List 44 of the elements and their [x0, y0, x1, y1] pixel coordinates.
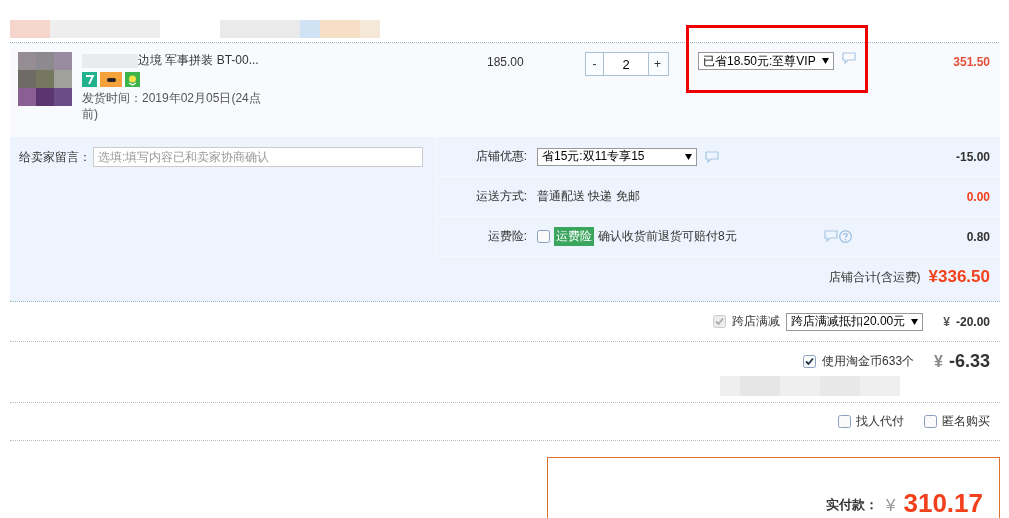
chat-icon[interactable]	[841, 52, 856, 64]
option-label: 运送方式:	[474, 188, 528, 205]
caret-icon	[685, 153, 692, 160]
caret-icon	[821, 58, 829, 64]
message-label: 给卖家留言：	[19, 148, 91, 166]
message-field[interactable]: 选填:填写内容已和卖家协商确认	[93, 147, 423, 167]
checkbox[interactable]	[803, 355, 817, 368]
seven-day-icon	[82, 72, 97, 87]
insurance-tag: 运费险	[554, 227, 594, 246]
option-amount: 0.00	[965, 189, 991, 204]
discount-amount: -20.00	[955, 314, 990, 329]
promotion-dropdown[interactable]: 已省18.50元:至尊VIP	[698, 52, 834, 70]
badge-icon	[125, 72, 140, 87]
shop-total-label: 店铺合计(含运费)	[828, 268, 921, 286]
chat-icon[interactable]	[824, 230, 838, 242]
option-label: 店铺优惠:	[474, 148, 528, 165]
caret-icon	[911, 318, 919, 325]
chat-icon[interactable]	[705, 150, 719, 163]
card-icon	[100, 72, 122, 87]
option-label[interactable]: 找人代付	[856, 413, 904, 430]
payment-amount: 310.17	[903, 488, 983, 518]
discount-label[interactable]: 使用淘金币633个	[822, 353, 915, 370]
option-amount: -15.00	[954, 149, 991, 164]
discount-amount: -6.33	[948, 351, 990, 372]
option-label[interactable]: 匿名购买	[942, 413, 990, 430]
shop-total: ¥336.50	[928, 267, 990, 287]
unit-price: 185.00	[486, 54, 525, 71]
checkbox[interactable]	[537, 230, 550, 243]
currency-sign: ¥	[886, 496, 896, 516]
option-label: 运费险:	[486, 228, 528, 245]
option-amount: 0.80	[965, 229, 991, 244]
currency-sign: ¥	[943, 314, 950, 329]
coupon-dropdown[interactable]: 省15元:双11专享15	[537, 147, 697, 166]
currency-sign: ¥	[934, 352, 943, 371]
help-icon[interactable]	[839, 230, 852, 243]
insurance-text: 确认收货前退货可赔付8元	[598, 228, 737, 245]
checkbox[interactable]	[838, 415, 851, 428]
checkbox[interactable]	[924, 415, 937, 428]
product-title[interactable]: 边境 军事拼装 BT-00...	[138, 52, 259, 69]
quantity-field[interactable]: 2	[604, 53, 648, 75]
item-subtotal: 351.50	[952, 54, 991, 71]
shipping-method: 普通配送 快递 免邮	[537, 188, 640, 205]
payment-label: 实付款：	[826, 496, 878, 514]
ship-time: 发货时间：2019年02月05日(24点前)	[82, 90, 262, 122]
